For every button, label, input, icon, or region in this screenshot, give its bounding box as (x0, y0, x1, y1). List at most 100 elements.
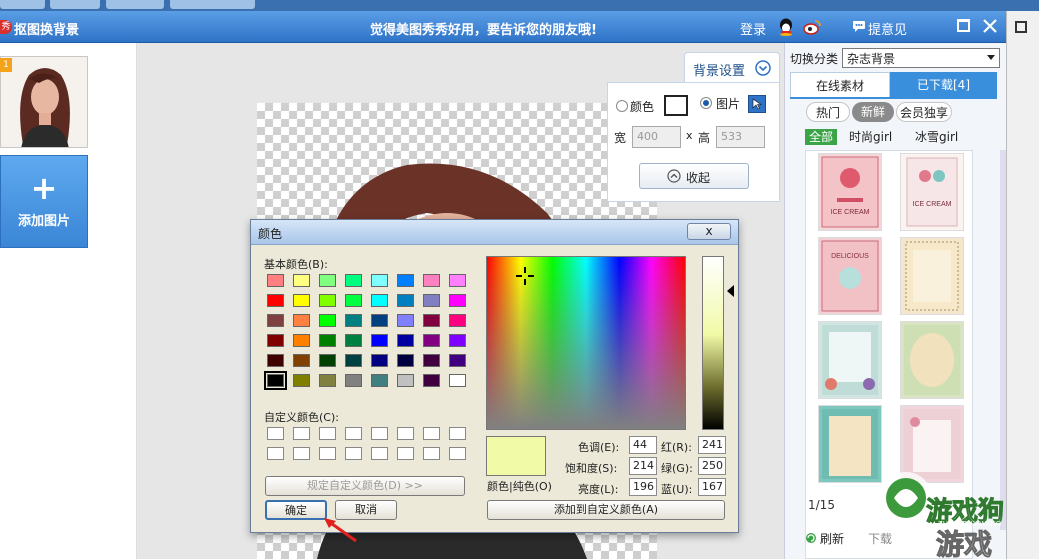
red-input[interactable]: 241 (698, 436, 726, 454)
basic-color-swatch[interactable] (293, 334, 310, 347)
color-swatch[interactable] (664, 95, 688, 116)
basic-color-swatch[interactable] (397, 314, 414, 327)
basic-color-swatch[interactable] (293, 354, 310, 367)
blue-input[interactable]: 167 (698, 478, 726, 496)
custom-color-swatch[interactable] (371, 447, 388, 460)
basic-color-swatch[interactable] (293, 274, 310, 287)
tab-downloaded[interactable]: 已下载[4] (890, 72, 997, 98)
custom-color-swatch[interactable] (371, 427, 388, 440)
color-spectrum[interactable] (486, 256, 686, 430)
filter-new[interactable]: 新鲜 (852, 102, 894, 122)
basic-color-swatch[interactable] (319, 314, 336, 327)
image-thumbnail[interactable] (0, 56, 88, 148)
basic-color-swatch[interactable] (319, 274, 336, 287)
collapse-button[interactable]: 收起 (639, 163, 749, 189)
refresh-icon[interactable] (805, 532, 817, 544)
image-picker-icon[interactable] (748, 95, 766, 113)
custom-color-swatch[interactable] (267, 447, 284, 460)
custom-color-swatch[interactable] (319, 427, 336, 440)
subfilter-fashion-girl[interactable]: 时尚girl (849, 129, 892, 145)
basic-color-swatch[interactable] (423, 374, 440, 387)
basic-color-swatch[interactable] (371, 374, 388, 387)
basic-color-swatch[interactable] (319, 294, 336, 307)
basic-color-swatch[interactable] (449, 374, 466, 387)
basic-color-swatch[interactable] (423, 334, 440, 347)
custom-color-swatch[interactable] (293, 427, 310, 440)
custom-color-swatch[interactable] (397, 447, 414, 460)
basic-color-swatch[interactable] (345, 274, 362, 287)
basic-color-swatch[interactable] (267, 294, 284, 307)
basic-color-swatch[interactable] (423, 354, 440, 367)
material-card[interactable] (900, 237, 964, 315)
basic-color-swatch[interactable] (371, 294, 388, 307)
basic-color-swatch[interactable] (264, 371, 287, 390)
custom-color-swatch[interactable] (319, 447, 336, 460)
custom-color-swatch[interactable] (423, 447, 440, 460)
basic-color-swatch[interactable] (319, 374, 336, 387)
subfilter-all[interactable]: 全部 (805, 129, 837, 145)
basic-color-swatch[interactable] (267, 354, 284, 367)
close-icon[interactable] (983, 19, 997, 33)
ok-button[interactable]: 确定 (265, 500, 327, 520)
add-image-button[interactable]: + 添加图片 (0, 155, 88, 248)
material-card[interactable]: ICE CREAM (900, 153, 964, 231)
dialog-close-button[interactable]: x (687, 223, 731, 240)
basic-color-swatch[interactable] (345, 294, 362, 307)
basic-color-swatch[interactable] (345, 314, 362, 327)
qq-icon[interactable] (778, 18, 794, 36)
tab-online-materials[interactable]: 在线素材 (790, 72, 890, 98)
image-radio[interactable] (700, 97, 712, 109)
filter-vip[interactable]: 会员独享 (896, 102, 952, 122)
material-card[interactable] (818, 321, 882, 399)
hue-input[interactable]: 44 (629, 436, 657, 454)
color-radio[interactable] (616, 100, 628, 112)
material-card[interactable]: ICE CREAM (818, 153, 882, 231)
basic-color-swatch[interactable] (397, 354, 414, 367)
basic-color-swatch[interactable] (397, 294, 414, 307)
height-input[interactable]: 533 (716, 126, 765, 148)
luminance-bar[interactable] (702, 256, 724, 430)
basic-color-swatch[interactable] (345, 334, 362, 347)
basic-color-swatch[interactable] (319, 334, 336, 347)
basic-color-swatch[interactable] (371, 314, 388, 327)
custom-color-swatch[interactable] (293, 447, 310, 460)
basic-color-swatch[interactable] (449, 354, 466, 367)
basic-color-swatch[interactable] (449, 314, 466, 327)
bg-settings-tab[interactable]: 背景设置 (684, 52, 780, 82)
basic-color-swatch[interactable] (397, 334, 414, 347)
refresh-button[interactable]: 刷新 (820, 530, 844, 547)
basic-color-swatch[interactable] (371, 334, 388, 347)
restore-icon[interactable] (1015, 21, 1027, 33)
basic-color-swatch[interactable] (345, 354, 362, 367)
custom-color-swatch[interactable] (449, 447, 466, 460)
material-card[interactable]: DELICIOUS (818, 237, 882, 315)
category-select[interactable]: 杂志背景 (842, 48, 1000, 68)
weibo-icon[interactable] (803, 19, 821, 35)
filter-hot[interactable]: 热门 (806, 102, 850, 122)
top-tab[interactable] (50, 0, 100, 9)
top-tab[interactable] (0, 0, 45, 9)
subfilter-ice-girl[interactable]: 冰雪girl (915, 129, 958, 145)
basic-color-swatch[interactable] (423, 294, 440, 307)
custom-color-swatch[interactable] (345, 447, 362, 460)
define-custom-colors-button[interactable]: 规定自定义颜色(D) >> (265, 476, 465, 496)
basic-color-swatch[interactable] (423, 274, 440, 287)
basic-color-swatch[interactable] (345, 374, 362, 387)
chevron-down-icon[interactable] (755, 60, 771, 76)
add-to-custom-colors-button[interactable]: 添加到自定义颜色(A) (487, 500, 725, 520)
basic-color-swatch[interactable] (449, 334, 466, 347)
basic-color-swatch[interactable] (267, 274, 284, 287)
material-card[interactable] (900, 321, 964, 399)
custom-color-swatch[interactable] (423, 427, 440, 440)
top-tab[interactable] (170, 0, 255, 9)
feedback-link[interactable]: 提意见 (868, 19, 907, 38)
basic-color-swatch[interactable] (293, 374, 310, 387)
custom-color-swatch[interactable] (345, 427, 362, 440)
basic-color-swatch[interactable] (449, 274, 466, 287)
custom-color-swatch[interactable] (449, 427, 466, 440)
login-link[interactable]: 登录 (740, 19, 766, 38)
maximize-icon[interactable] (957, 19, 970, 32)
basic-color-swatch[interactable] (293, 294, 310, 307)
luminance-input[interactable]: 196 (629, 478, 657, 496)
top-tab[interactable] (106, 0, 164, 9)
